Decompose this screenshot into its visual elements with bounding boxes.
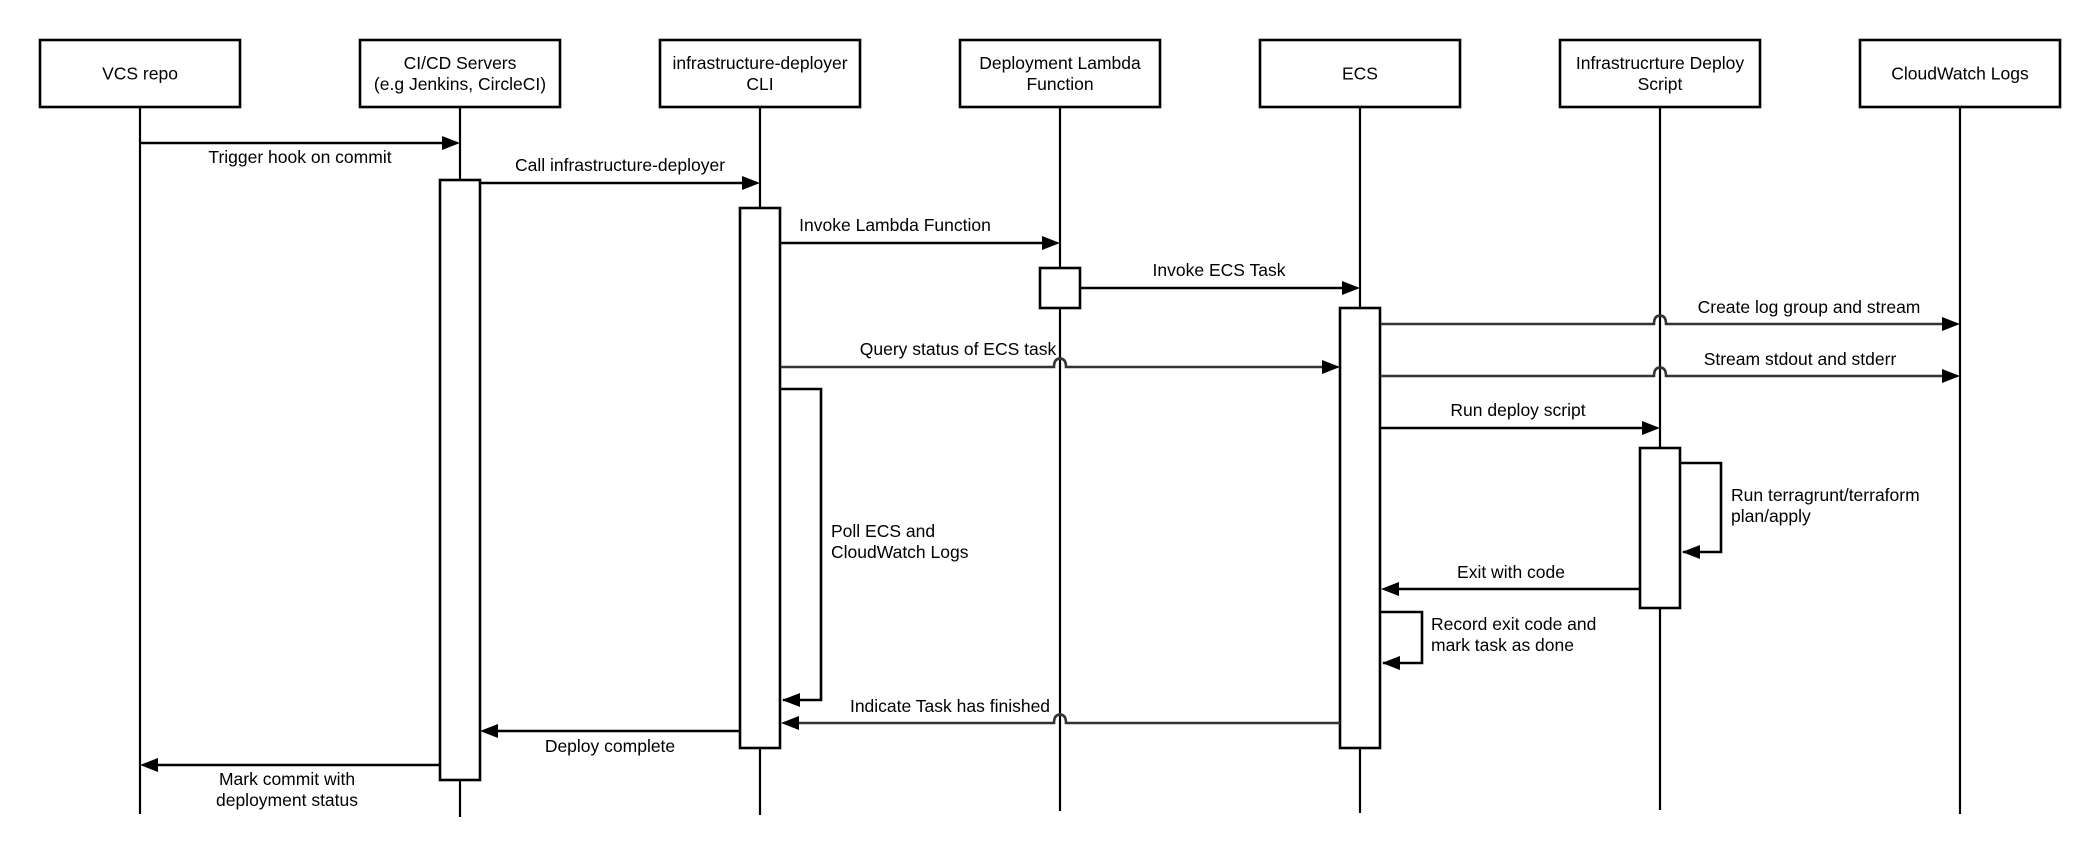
- message-7: Stream stdout and stderr: [1381, 349, 1960, 383]
- message-label: Trigger hook on commit: [208, 147, 391, 167]
- self-message-line: [781, 387, 823, 702]
- message-label: deployment status: [216, 790, 358, 810]
- message-2: Call infrastructure-deployer: [480, 155, 760, 190]
- message-label: Mark commit with: [219, 769, 355, 789]
- message-3: Invoke Lambda Function: [781, 215, 1060, 250]
- lambda-activation: [1038, 266, 1082, 310]
- message-label: Create log group and stream: [1698, 297, 1921, 317]
- sequence-diagram: Trigger hook on commit Call infrastructur…: [38, 38, 2062, 817]
- arrowhead-icon: [1381, 582, 1399, 596]
- arrowhead-icon: [1342, 281, 1360, 295]
- arrowhead-icon: [1322, 360, 1340, 374]
- message-label: Invoke Lambda Function: [799, 215, 991, 235]
- message-label: mark task as done: [1431, 635, 1574, 655]
- actor-label: Deployment Lambda: [979, 53, 1141, 73]
- actor-label: Infrastrucrture Deploy: [1576, 53, 1745, 73]
- message-label: Stream stdout and stderr: [1704, 349, 1897, 369]
- arrowhead-icon: [1942, 317, 1960, 331]
- arrowhead-icon: [781, 716, 799, 730]
- script-activation: [1638, 446, 1682, 610]
- message-4: Invoke ECS Task: [1081, 260, 1360, 295]
- message-line: [781, 357, 1336, 369]
- actor-label: infrastructure-deployer: [672, 53, 847, 73]
- message-label: Call infrastructure-deployer: [515, 155, 725, 175]
- actor-cicd: CI/CD Servers(e.g Jenkins, CircleCI): [358, 38, 562, 109]
- arrowhead-icon: [1382, 656, 1400, 670]
- arrowhead-icon: [782, 693, 800, 707]
- actor-label: CI/CD Servers: [404, 53, 517, 73]
- arrowhead-icon: [1642, 421, 1660, 435]
- actors: VCS repo CI/CD Servers(e.g Jenkins, Circl…: [38, 38, 2062, 109]
- message-14: Deploy complete: [480, 724, 741, 756]
- cicd-activation: [438, 178, 482, 782]
- arrowhead-icon: [742, 176, 760, 190]
- message-label: Exit with code: [1457, 562, 1565, 582]
- actor-label: Function: [1026, 74, 1093, 94]
- arrowhead-icon: [1942, 369, 1960, 383]
- arrowhead-icon: [1682, 545, 1700, 559]
- message-10: Run terragrunt/terraformplan/apply: [1681, 461, 1920, 559]
- actor-label: Script: [1638, 74, 1683, 94]
- message-12: Record exit code andmark task as done: [1381, 610, 1596, 670]
- actor-label: (e.g Jenkins, CircleCI): [374, 74, 546, 94]
- actor-ecs: ECS: [1258, 38, 1462, 109]
- message-5: Create log group and stream: [1381, 297, 1960, 331]
- message-label: Run terragrunt/terraform: [1731, 485, 1920, 505]
- message-11: Exit with code: [1381, 562, 1641, 596]
- cli-activation: [738, 206, 782, 750]
- message-label: Indicate Task has finished: [850, 696, 1050, 716]
- actor-label: CloudWatch Logs: [1891, 64, 2029, 84]
- message-label: Query status of ECS task: [860, 339, 1057, 359]
- message-label: Invoke ECS Task: [1153, 260, 1286, 280]
- actor-script: Infrastrucrture DeployScript: [1558, 38, 1762, 109]
- actor-label: VCS repo: [102, 64, 178, 84]
- arrowhead-icon: [480, 724, 498, 738]
- message-label: Poll ECS and: [831, 521, 935, 541]
- arrowhead-icon: [442, 136, 460, 150]
- message-label: plan/apply: [1731, 506, 1811, 526]
- message-label: Deploy complete: [545, 736, 675, 756]
- message-label: CloudWatch Logs: [831, 542, 969, 562]
- message-15: Mark commit withdeployment status: [140, 758, 440, 810]
- actor-cwlogs: CloudWatch Logs: [1858, 38, 2062, 109]
- ecs-activation: [1338, 306, 1382, 750]
- self-message-line: [1381, 610, 1424, 665]
- message-label: Run deploy script: [1450, 400, 1585, 420]
- message-8: Poll ECS andCloudWatch Logs: [781, 387, 969, 707]
- message-1: Trigger hook on commit: [140, 136, 460, 167]
- message-9: Run deploy script: [1381, 400, 1660, 435]
- arrowhead-icon: [1042, 236, 1060, 250]
- self-message-line: [1681, 461, 1723, 554]
- actor-label: CLI: [746, 74, 773, 94]
- actor-lambda: Deployment LambdaFunction: [958, 38, 1162, 109]
- actor-label: ECS: [1342, 64, 1378, 84]
- arrowhead-icon: [140, 758, 158, 772]
- actor-cli: infrastructure-deployerCLI: [658, 38, 862, 109]
- messages: Trigger hook on commit Call infrastructur…: [140, 136, 1960, 810]
- actor-vcs: VCS repo: [38, 38, 242, 109]
- message-label: Record exit code and: [1431, 614, 1596, 634]
